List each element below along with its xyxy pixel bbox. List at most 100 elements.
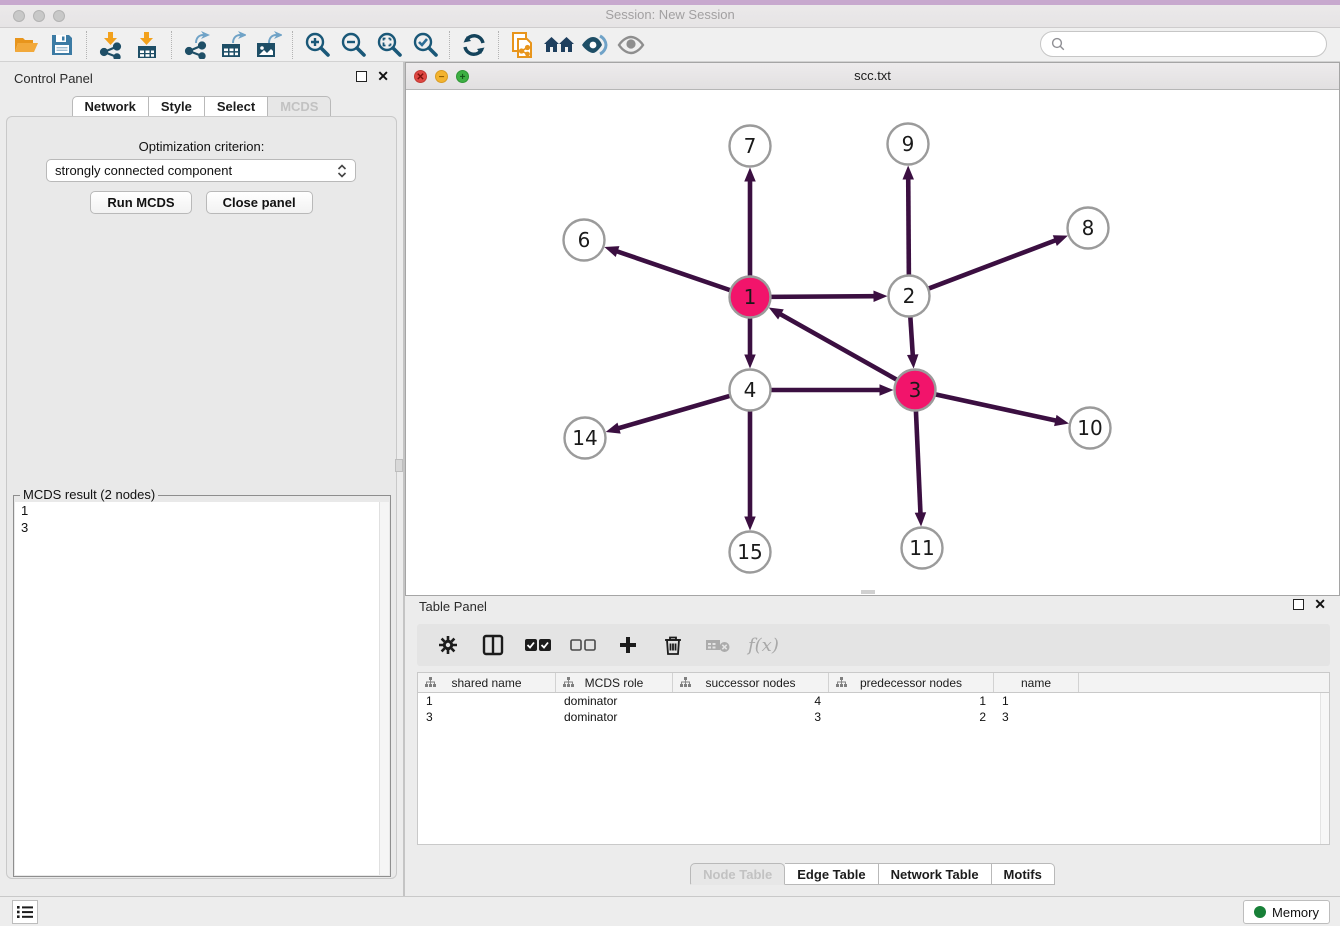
show-columns-button[interactable] (478, 630, 508, 660)
float-panel-icon[interactable] (356, 71, 367, 82)
edge-1-to-6[interactable] (604, 246, 732, 291)
zoom-out-button[interactable] (335, 30, 371, 60)
add-column-button[interactable] (613, 630, 643, 660)
select-all-button[interactable] (523, 630, 553, 660)
graph-node-2[interactable]: 2 (889, 276, 930, 317)
refresh-layout-button[interactable] (456, 30, 492, 60)
edge-2-to-3[interactable] (907, 314, 918, 368)
canvas-resize-handle[interactable] (861, 590, 875, 594)
close-panel-icon[interactable]: ✕ (377, 71, 389, 82)
svg-text:6: 6 (578, 228, 591, 252)
table-cell[interactable]: 3 (673, 709, 829, 725)
column-header-name[interactable]: name (994, 673, 1079, 692)
deselect-all-button[interactable] (568, 630, 598, 660)
table-row[interactable]: 1dominator411 (418, 693, 1329, 709)
edge-1-to-2[interactable] (768, 290, 887, 301)
graph-node-10[interactable]: 10 (1070, 408, 1111, 449)
edge-1-to-4[interactable] (744, 316, 756, 369)
import-table-button[interactable] (129, 30, 165, 60)
open-session-button[interactable] (8, 30, 44, 60)
memory-button[interactable]: Memory (1243, 900, 1330, 924)
table-cell[interactable]: dominator (556, 709, 673, 725)
export-image-button[interactable] (250, 30, 286, 60)
import-network-button[interactable] (93, 30, 129, 60)
table-cell[interactable]: 3 (418, 709, 556, 725)
table-cell[interactable]: dominator (556, 693, 673, 709)
zoom-in-icon (304, 31, 331, 58)
tab-edge-table[interactable]: Edge Table (785, 863, 878, 885)
save-session-button[interactable] (44, 30, 80, 60)
zoom-fit-button[interactable] (371, 30, 407, 60)
network-window-titlebar[interactable]: ✕ − + scc.txt (406, 63, 1339, 90)
network-canvas[interactable]: 7 9 6 8 1 2 4 3 14 10 15 11 (406, 90, 1339, 595)
criterion-select[interactable]: strongly connected component (46, 159, 356, 182)
search-input[interactable] (1071, 37, 1316, 52)
search-field[interactable] (1040, 31, 1327, 57)
edge-4-to-14[interactable] (606, 395, 733, 433)
edge-3-to-11[interactable] (915, 408, 926, 526)
zoom-selected-button[interactable] (407, 30, 443, 60)
tab-node-table[interactable]: Node Table (690, 863, 785, 885)
edge-3-to-1[interactable] (769, 308, 899, 381)
network-graph[interactable]: 7 9 6 8 1 2 4 3 14 10 15 11 (406, 90, 1339, 595)
graph-node-7[interactable]: 7 (730, 126, 771, 167)
zoom-in-button[interactable] (299, 30, 335, 60)
task-history-button[interactable] (12, 900, 38, 924)
run-mcds-button[interactable]: Run MCDS (90, 191, 191, 214)
column-header-predecessor-nodes[interactable]: predecessor nodes (829, 673, 994, 692)
function-builder-icon[interactable]: f(x) (748, 635, 779, 656)
graph-node-3[interactable]: 3 (895, 370, 936, 411)
table-cell[interactable]: 2 (829, 709, 994, 725)
graph-node-9[interactable]: 9 (888, 124, 929, 165)
edge-2-to-9[interactable] (902, 165, 913, 277)
graph-node-1[interactable]: 1 (730, 277, 771, 318)
mcds-result-list[interactable]: 13 (15, 502, 389, 875)
graph-node-4[interactable]: 4 (730, 370, 771, 411)
show-all-icon (616, 34, 646, 56)
graph-node-14[interactable]: 14 (565, 418, 606, 459)
result-scrollbar[interactable] (379, 502, 389, 875)
first-neighbors-button[interactable] (541, 30, 577, 60)
table-cell[interactable]: 4 (673, 693, 829, 709)
graph-node-15[interactable]: 15 (730, 532, 771, 573)
edge-4-to-3[interactable] (769, 384, 894, 396)
table-cell[interactable]: 3 (994, 709, 1079, 725)
tab-select[interactable]: Select (205, 96, 268, 117)
table-row[interactable]: 3dominator323 (418, 709, 1329, 725)
edge-2-to-8[interactable] (926, 235, 1068, 289)
tab-style[interactable]: Style (149, 96, 205, 117)
table-cell[interactable]: 1 (418, 693, 556, 709)
graph-node-11[interactable]: 11 (902, 528, 943, 569)
tab-network-table[interactable]: Network Table (879, 863, 992, 885)
clone-network-button[interactable] (505, 30, 541, 60)
graph-node-8[interactable]: 8 (1068, 208, 1109, 249)
delete-table-button[interactable] (703, 630, 733, 660)
float-table-panel-icon[interactable] (1293, 599, 1304, 610)
toolbar-separator (86, 31, 87, 59)
edge-4-to-15[interactable] (744, 409, 756, 531)
panel-splitter-grip[interactable] (395, 459, 403, 472)
column-header-shared-name[interactable]: shared name (418, 673, 556, 692)
node-table[interactable]: shared nameMCDS rolesuccessor nodesprede… (417, 672, 1330, 845)
graph-node-6[interactable]: 6 (564, 220, 605, 261)
tab-mcds[interactable]: MCDS (268, 96, 331, 117)
export-table-button[interactable] (214, 30, 250, 60)
close-table-panel-icon[interactable]: ✕ (1314, 599, 1326, 610)
toolbar-separator (449, 31, 450, 59)
toolbar-separator (171, 31, 172, 59)
table-scrollbar[interactable] (1320, 693, 1329, 844)
edge-1-to-7[interactable] (744, 168, 756, 279)
tab-motifs[interactable]: Motifs (992, 863, 1055, 885)
edge-3-to-10[interactable] (933, 394, 1069, 426)
table-cell[interactable]: 1 (829, 693, 994, 709)
column-header-MCDS-role[interactable]: MCDS role (556, 673, 673, 692)
delete-column-button[interactable] (658, 630, 688, 660)
hide-selected-button[interactable] (577, 30, 613, 60)
column-header-successor-nodes[interactable]: successor nodes (673, 673, 829, 692)
tab-network[interactable]: Network (72, 96, 149, 117)
table-cell[interactable]: 1 (994, 693, 1079, 709)
close-panel-button[interactable]: Close panel (206, 191, 313, 214)
export-network-button[interactable] (178, 30, 214, 60)
show-all-button[interactable] (613, 30, 649, 60)
table-settings-button[interactable] (433, 630, 463, 660)
